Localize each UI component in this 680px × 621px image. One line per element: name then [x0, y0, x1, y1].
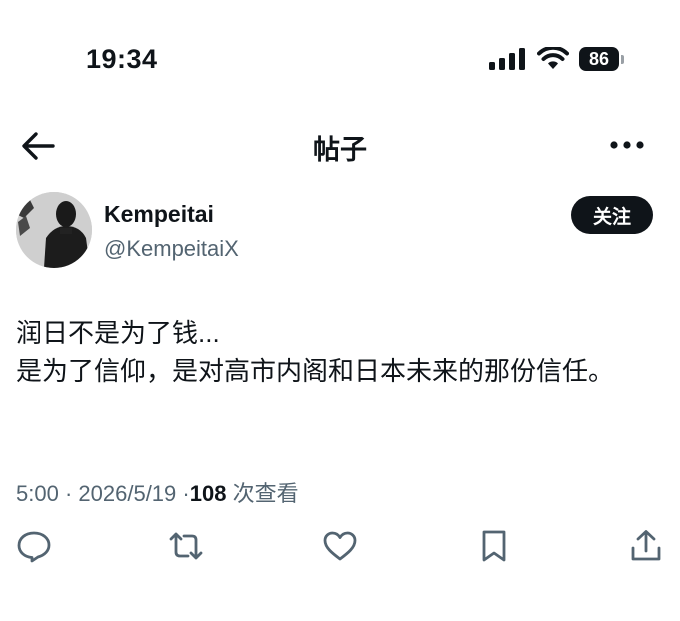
like-icon: [323, 531, 357, 561]
repost-button[interactable]: [168, 528, 204, 564]
post-time: 5:00: [16, 481, 59, 506]
status-time: 19:34: [86, 44, 158, 74]
page-title: 帖子: [313, 135, 367, 165]
more-icon[interactable]: [610, 138, 644, 152]
views-label[interactable]: 次查看: [233, 481, 299, 506]
post-date: 2026/5/19: [78, 481, 177, 506]
meta-separator: ·: [64, 481, 73, 506]
share-icon: [631, 530, 661, 561]
post-meta: 5:00 · 2026/5/19 ·108 次查看: [16, 476, 299, 508]
post-line: 是为了信仰，是对高市内阁和日本未来的那份信任。: [16, 356, 615, 386]
reply-button[interactable]: [16, 528, 52, 564]
battery-cap: [621, 54, 624, 64]
avatar-image: [16, 192, 92, 268]
post-line: 润日不是为了钱...: [16, 318, 220, 348]
bookmark-icon: [482, 530, 506, 562]
meta-separator: ·: [182, 481, 190, 506]
author-name[interactable]: Kempeitai: [104, 201, 214, 228]
bookmark-button[interactable]: [476, 528, 512, 564]
share-button[interactable]: [628, 528, 664, 564]
author-handle[interactable]: @KempeitaiX: [104, 236, 239, 262]
views-count[interactable]: 108: [190, 481, 227, 506]
avatar[interactable]: [16, 192, 92, 268]
reply-icon: [17, 531, 51, 563]
battery-icon: 86: [579, 47, 624, 71]
follow-button[interactable]: 关注: [571, 196, 653, 234]
battery-level: 86: [579, 47, 619, 71]
wifi-icon: [537, 47, 569, 69]
action-bar: [0, 528, 680, 568]
post-detail-screen: 19:34 86 帖子 Kempeitai @KempeitaiX 关注 润日不…: [0, 0, 680, 621]
like-button[interactable]: [322, 528, 358, 564]
status-icons: 86: [489, 47, 624, 71]
post-text: 润日不是为了钱... 是为了信仰，是对高市内阁和日本未来的那份信任。: [16, 314, 656, 390]
repost-icon: [169, 532, 203, 560]
signal-icon: [489, 48, 525, 70]
